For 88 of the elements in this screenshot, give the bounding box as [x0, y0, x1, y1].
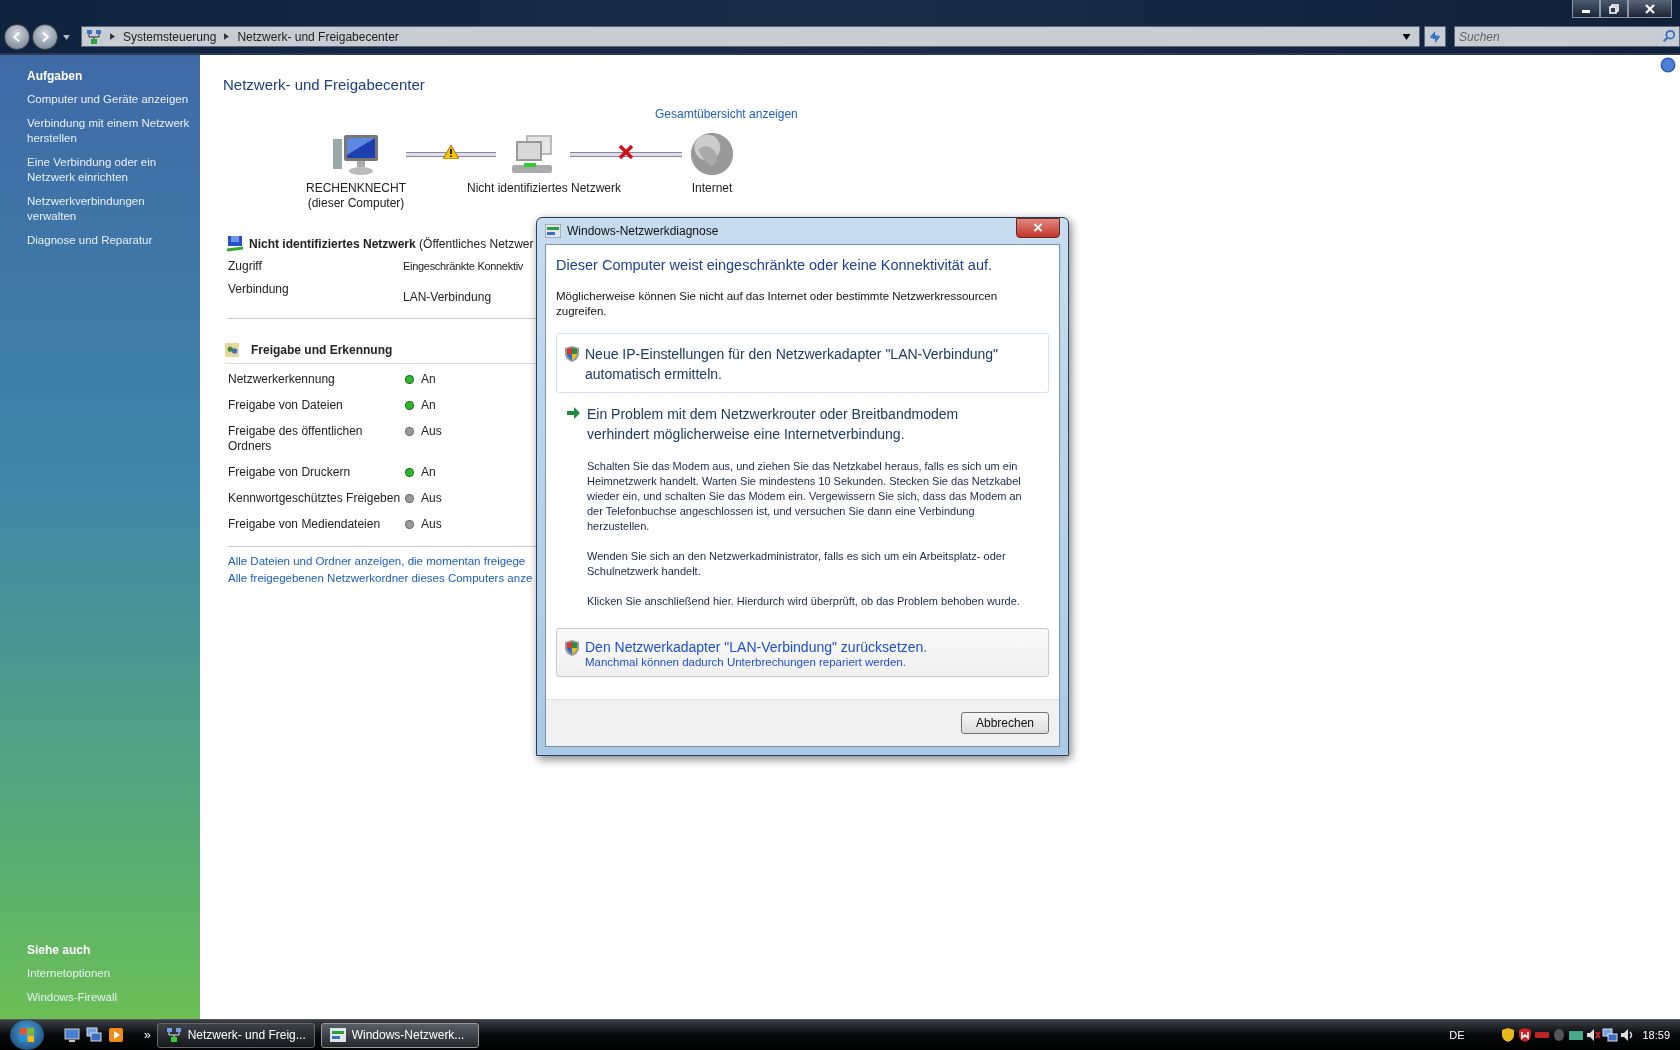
page-title: Netzwerk- und Freigabecenter: [223, 76, 426, 93]
section-heading: Freigabe und Erkennung: [251, 343, 393, 357]
media-player-icon[interactable]: [108, 1027, 124, 1043]
setting-label: Freigabe von Mediendateien: [228, 517, 382, 532]
property-value: Eingeschränkte Konnektiv: [403, 259, 523, 272]
error-x-icon[interactable]: [618, 144, 634, 160]
option-title: Ein Problem mit dem Netzwerkrouter oder Breitbandmodem verhindert möglicherweise eine Internetverbindung.: [587, 405, 960, 444]
sidebar-heading: Aufgaben: [27, 69, 84, 83]
network-icon[interactable]: [1602, 1027, 1619, 1043]
dialog-heading: Dieser Computer weist eingeschränkte oder keine Konnektivität auf.: [556, 257, 994, 273]
setting-value: An: [421, 465, 436, 480]
property-value: LAN-Verbindung: [403, 289, 492, 306]
dropdown-icon[interactable]: [1402, 33, 1411, 40]
sidebar-heading: Siehe auch: [27, 943, 92, 957]
option-title: Den Netzwerkadapter "LAN-Verbindung" zurücksetzen.: [585, 638, 928, 656]
option-title: Neue IP-Einstellungen für den Netzwerkadapter "LAN-Verbindung" automatisch ermitteln.: [585, 345, 1000, 384]
language-indicator[interactable]: DE: [1449, 1029, 1465, 1041]
back-button[interactable]: [4, 24, 30, 50]
dialog-text: Möglicherweise können Sie nicht auf das Internet oder bestimmte Netzwerkressourcen zugreifen.: [556, 289, 999, 319]
sidebar-link[interactable]: Eine Verbindung oder ein Netzwerk einrichten: [27, 155, 191, 185]
instruction-text: Wenden Sie sich an den Netzwerkadministrator, falls es sich um ein Arbeitsplatz- oder Schulnetzwerk handelt.: [587, 549, 1007, 579]
forward-button[interactable]: [32, 24, 58, 50]
shield-icon[interactable]: [1500, 1027, 1517, 1043]
network-icon: [225, 235, 245, 253]
sidebar-link[interactable]: Netzwerkverbindungen verwalten: [27, 194, 191, 224]
sidebar-link[interactable]: Verbindung mit einem Netzwerk herstellen: [27, 116, 191, 146]
instruction-text: Klicken Sie anschließend hier. Hierdurch wird überprüft, ob das Problem behoben wurde.: [587, 594, 1021, 609]
setting-label: Kennwortgeschütztes Freigeben: [228, 491, 402, 506]
shield-icon[interactable]: [1517, 1027, 1534, 1043]
minimize-button[interactable]: [1572, 0, 1600, 18]
share-link[interactable]: Alle Dateien und Ordner anzeigen, die momentan freigege: [228, 555, 526, 567]
search-icon[interactable]: [1662, 29, 1676, 43]
setting-value: Aus: [421, 424, 442, 439]
setting-label: Freigabe des öffentlichen Ordners: [228, 424, 364, 454]
diagnose-icon: [329, 1028, 346, 1042]
sharing-icon: [225, 343, 239, 357]
window-switch-icon[interactable]: [86, 1027, 102, 1043]
address-bar[interactable]: Systemsteuerung Netzwerk- und Freigabecenter: [81, 26, 1420, 47]
network-name: Nicht identifiziertes Netzwerk (Öffentliches Netzwer: [249, 237, 534, 251]
sidebar-link[interactable]: Computer und Geräte anzeigen: [27, 92, 191, 107]
diagnose-icon: [545, 224, 561, 238]
property-label: Verbindung: [228, 282, 290, 298]
arrow-icon: [567, 406, 581, 420]
setting-label: Netzwerkerkennung: [228, 372, 336, 387]
close-icon[interactable]: [1645, 3, 1655, 14]
command-link[interactable]: Neue IP-Einstellungen für den Netzwerkadapter "LAN-Verbindung" automatisch ermitteln.: [556, 333, 1049, 393]
node-label: Nicht identifiziertes Netzwerk: [466, 181, 622, 197]
close-button[interactable]: [1628, 0, 1672, 18]
option-subtitle: Manchmal können dadurch Unterbrechungen repariert werden.: [585, 656, 907, 668]
chevron-icon[interactable]: [110, 33, 115, 40]
sidebar-link[interactable]: Diagnose und Reparatur: [27, 233, 191, 248]
node-label: Internet: [691, 181, 733, 197]
node-label: RECHENKNECHT (dieser Computer): [306, 181, 406, 211]
close-button[interactable]: [1016, 217, 1060, 238]
search-field[interactable]: Suchen: [1454, 26, 1680, 47]
setting-value: Aus: [421, 491, 442, 506]
setting-value: An: [421, 398, 436, 413]
globe-icon[interactable]: [689, 131, 735, 177]
desktop-icon[interactable]: [64, 1027, 80, 1043]
dialog-title: Windows-Netzwerkdiagnose: [567, 224, 719, 238]
share-link[interactable]: Alle freigegebenen Netzwerkordner dieses Computers anze: [228, 572, 533, 584]
taskbar-button[interactable]: Netzwerk- und Freig...: [156, 1022, 315, 1048]
instruction-text: Schalten Sie das Modem aus, und ziehen Sie das Netzkabel heraus, falls es sich um ein Heimnetzwerk handelt. Warten Sie mindestens 10 Sekunden. Stecken Sie das Netzkabel wieder ein, und schalten Sie das Modem ein. Vergewissern Sie sich, dass das Modem an der Telefonbuchse angeschlossen ist, und versuchen Sie dann eine Verbindung herzustellen.: [587, 459, 1022, 534]
breadcrumb-item[interactable]: Netzwerk- und Freigabecenter: [237, 29, 399, 44]
more-button[interactable]: »: [144, 1028, 151, 1042]
speaker-icon[interactable]: [1585, 1027, 1602, 1043]
setting-label: Freigabe von Druckern: [228, 465, 352, 480]
shield-icon: [565, 640, 579, 656]
setting-value: An: [421, 372, 436, 387]
overview-link[interactable]: Gesamtübersicht anzeigen: [655, 107, 798, 121]
chevron-icon[interactable]: [224, 33, 230, 40]
shield-icon: [565, 346, 579, 362]
dropdown-icon[interactable]: [63, 34, 70, 40]
computer-icon[interactable]: [331, 133, 381, 177]
clock[interactable]: 18:59: [1642, 1029, 1670, 1041]
property-label: Zugriff: [228, 258, 263, 273]
setting-value: Aus: [421, 517, 442, 532]
network-icon: [165, 1027, 182, 1043]
warning-icon[interactable]: [443, 145, 459, 159]
taskbar-button[interactable]: Windows-Netzwerk...: [320, 1022, 479, 1048]
restore-icon[interactable]: [1609, 3, 1619, 14]
network-icon: [86, 28, 102, 45]
start-button[interactable]: [10, 1020, 44, 1050]
cancel-button[interactable]: Abbrechen: [961, 712, 1049, 734]
setting-label: Freigabe von Dateien: [228, 398, 344, 413]
restore-button[interactable]: [1600, 0, 1628, 18]
breadcrumb-item[interactable]: Systemsteuerung: [123, 29, 217, 44]
command-link[interactable]: Den Netzwerkadapter "LAN-Verbindung" zurücksetzen. Manchmal können dadurch Unterbrechungen repariert werden.: [556, 628, 1049, 677]
